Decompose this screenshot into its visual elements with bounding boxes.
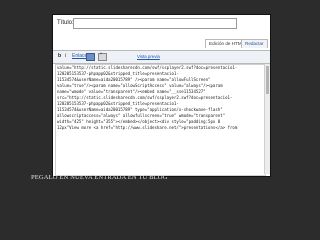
html-editor-textarea[interactable]: value="http://static.slidesharecdn.com/s… bbox=[55, 64, 266, 176]
title-row: Título: bbox=[53, 15, 270, 37]
preview-link[interactable]: Vista previa bbox=[137, 53, 160, 60]
scrollbar-thumb[interactable] bbox=[266, 66, 269, 94]
formatting-toolbar: b i Enlace Vista previa bbox=[53, 50, 270, 64]
editor-tabs: Edición de HTML Redactar bbox=[53, 37, 270, 50]
link-button[interactable]: Enlace bbox=[72, 53, 87, 60]
image-icon[interactable] bbox=[86, 53, 95, 61]
caption: PEGALO EN NUEVA ENTRADA EN TU BLOG bbox=[31, 174, 168, 181]
blog-editor-screenshot: Título: Edición de HTML Redactar b i Enl… bbox=[52, 14, 271, 177]
title-label: Título: bbox=[57, 20, 74, 26]
title-input[interactable] bbox=[73, 18, 237, 29]
bold-button[interactable]: b bbox=[58, 53, 61, 60]
code-line: 12px"View more <a href="http://www.slide… bbox=[57, 125, 238, 130]
quote-icon[interactable] bbox=[98, 53, 107, 61]
italic-button[interactable]: i bbox=[65, 53, 66, 60]
tab-compose[interactable]: Redactar bbox=[241, 39, 268, 48]
editor-scrollbar[interactable] bbox=[264, 64, 270, 174]
